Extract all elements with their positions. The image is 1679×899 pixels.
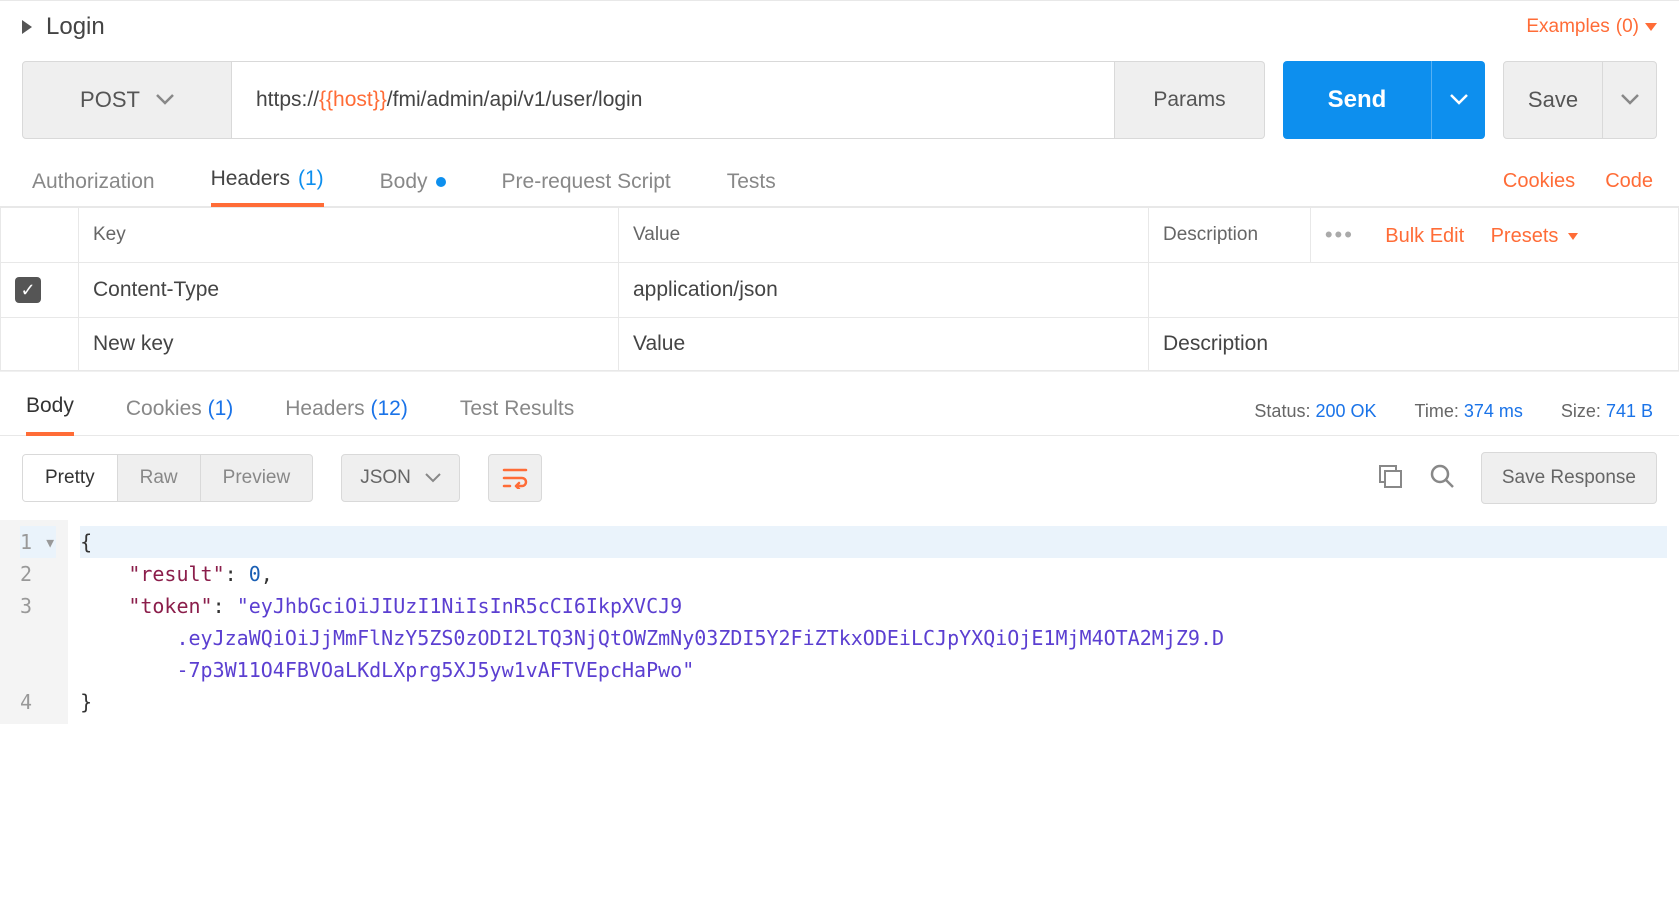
caret-down-icon xyxy=(1645,23,1657,31)
save-response-button[interactable]: Save Response xyxy=(1481,452,1657,504)
method-select[interactable]: POST xyxy=(22,61,232,139)
response-body[interactable]: 1 ▾ 2 3 4 { "result": 0, "token": "eyJhb… xyxy=(0,520,1679,724)
url-prefix: https:// xyxy=(256,88,319,112)
header-key-cell[interactable]: Content-Type xyxy=(79,263,619,318)
examples-count: (0) xyxy=(1616,16,1639,38)
save-button[interactable]: Save xyxy=(1503,61,1603,139)
examples-label: Examples xyxy=(1526,16,1609,38)
url-suffix: /fmi/admin/api/v1/user/login xyxy=(387,88,643,112)
headers-table: Key Value Description ••• Bulk Edit Pres… xyxy=(0,207,1679,371)
tab-authorization[interactable]: Authorization xyxy=(32,160,155,206)
view-raw[interactable]: Raw xyxy=(117,455,200,501)
view-pretty[interactable]: Pretty xyxy=(23,455,117,501)
chevron-down-icon xyxy=(1450,94,1468,106)
cookies-link[interactable]: Cookies xyxy=(1503,170,1575,193)
tab-tests[interactable]: Tests xyxy=(727,160,776,206)
search-icon[interactable] xyxy=(1429,463,1455,493)
save-dropdown[interactable] xyxy=(1603,61,1657,139)
th-key: Key xyxy=(79,208,619,263)
code-content: { "result": 0, "token": "eyJhbGciOiJIUzI… xyxy=(68,520,1679,724)
headers-count: (1) xyxy=(298,167,324,191)
th-value: Value xyxy=(619,208,1149,263)
method-label: POST xyxy=(80,87,140,113)
resp-tab-testresults[interactable]: Test Results xyxy=(460,391,574,435)
dot-icon xyxy=(436,177,446,187)
resp-tab-headers[interactable]: Headers (12) xyxy=(285,391,408,435)
copy-icon[interactable] xyxy=(1377,463,1403,493)
new-description-input[interactable]: Description xyxy=(1149,318,1679,371)
collapse-caret-icon[interactable] xyxy=(22,20,32,34)
th-description: Description xyxy=(1149,208,1311,263)
examples-dropdown[interactable]: Examples (0) xyxy=(1526,16,1657,38)
wrap-icon xyxy=(502,467,528,489)
request-title: Login xyxy=(46,13,105,41)
row-checkbox[interactable]: ✓ xyxy=(15,277,41,303)
table-row: ✓ Content-Type application/json xyxy=(1,263,1679,318)
tab-body[interactable]: Body xyxy=(380,160,446,206)
bulk-edit-link[interactable]: Bulk Edit xyxy=(1385,225,1464,247)
url-variable: {{host}} xyxy=(319,88,387,112)
header-value-cell[interactable]: application/json xyxy=(619,263,1149,318)
more-icon[interactable]: ••• xyxy=(1325,222,1354,247)
code-link[interactable]: Code xyxy=(1605,170,1653,193)
send-dropdown[interactable] xyxy=(1431,61,1485,139)
new-value-input[interactable]: Value xyxy=(619,318,1149,371)
resp-tab-body[interactable]: Body xyxy=(26,388,74,436)
time-display: Time: 374 ms xyxy=(1415,401,1523,422)
send-button[interactable]: Send xyxy=(1283,61,1431,139)
presets-dropdown[interactable]: Presets xyxy=(1491,225,1578,247)
view-mode-switch: Pretty Raw Preview xyxy=(22,454,313,502)
format-select[interactable]: JSON xyxy=(341,454,460,502)
wrap-lines-button[interactable] xyxy=(488,454,542,502)
header-description-cell[interactable] xyxy=(1149,263,1679,318)
size-display: Size: 741 B xyxy=(1561,401,1653,422)
tab-prerequest[interactable]: Pre-request Script xyxy=(502,160,671,206)
status-display: Status: 200 OK xyxy=(1254,401,1376,422)
new-key-input[interactable]: New key xyxy=(79,318,619,371)
resp-tab-cookies[interactable]: Cookies (1) xyxy=(126,391,233,435)
table-row-new: New key Value Description xyxy=(1,318,1679,371)
params-button[interactable]: Params xyxy=(1115,61,1265,139)
url-input[interactable]: https://{{host}}/fmi/admin/api/v1/user/l… xyxy=(232,61,1115,139)
view-preview[interactable]: Preview xyxy=(200,455,313,501)
tab-headers[interactable]: Headers (1) xyxy=(211,157,324,207)
caret-down-icon xyxy=(1568,233,1578,240)
chevron-down-icon xyxy=(425,473,441,483)
chevron-down-icon xyxy=(1621,94,1639,106)
chevron-down-icon xyxy=(156,94,174,106)
line-gutter: 1 ▾ 2 3 4 xyxy=(0,520,68,724)
